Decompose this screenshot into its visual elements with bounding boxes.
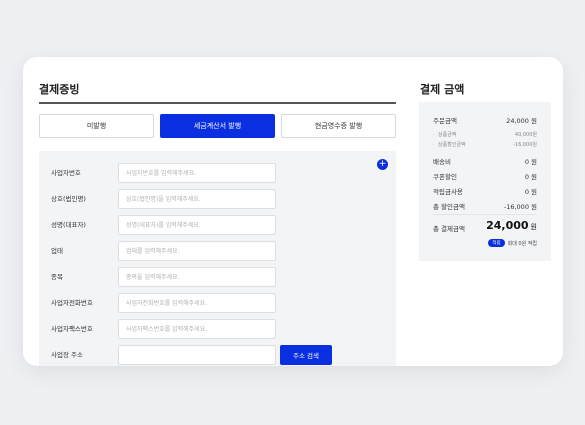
company-name-input[interactable] — [118, 189, 276, 209]
total-discount-value: -16,000 원 — [503, 203, 537, 211]
total-payment-amount: 24,000 — [486, 219, 529, 232]
shipping-label: 배송비 — [433, 158, 451, 166]
form-row-business-address: 사업장 주소 주소 검색 — [39, 345, 396, 365]
tab-no-issue[interactable]: 미발행 — [39, 114, 154, 138]
order-amount-value: 24,000 원 — [506, 117, 537, 125]
order-amount-label: 주문금액 — [433, 117, 457, 125]
product-amount-row: · 상품금액 40,000원 — [433, 131, 537, 138]
summary-divider — [433, 214, 537, 215]
receipt-type-tabs: 미발행 세금계산서 발행 현금영수증 발행 — [39, 114, 396, 138]
tax-invoice-form: + 사업자번호 상호(법인명) 성명(대표자) 업태 종목 사업자전화번호 사업… — [39, 151, 396, 366]
representative-input[interactable] — [118, 215, 276, 235]
business-phone-label: 사업자전화번호 — [51, 299, 93, 307]
payment-summary: 주문금액 24,000 원 · 상품금액 40,000원 · 상품할인금액 -16,… — [419, 102, 551, 261]
reward-badge: 적립 — [488, 239, 505, 247]
business-address-input[interactable] — [118, 345, 276, 365]
business-address-label: 사업장 주소 — [51, 351, 83, 359]
points-row: 적립금사용 0 원 — [433, 186, 537, 196]
form-row-company-name: 상호(법인명) — [39, 189, 396, 209]
points-value: 0 원 — [524, 188, 537, 196]
business-type-label: 업태 — [51, 247, 63, 255]
product-discount-value: -16,000원 — [513, 142, 537, 148]
coupon-row: 쿠폰할인 0 원 — [433, 171, 537, 181]
form-row-representative: 성명(대표자) — [39, 215, 396, 235]
reward-info: 적립 회대 0원 적립 — [488, 239, 537, 247]
form-row-business-fax: 사업자팩스번호 — [39, 319, 396, 339]
representative-label: 성명(대표자) — [51, 221, 86, 229]
form-row-business-phone: 사업자전화번호 — [39, 293, 396, 313]
checkout-card: 결제증빙 미발행 세금계산서 발행 현금영수증 발행 + 사업자번호 상호(법인… — [23, 57, 563, 366]
tab-tax-invoice[interactable]: 세금계산서 발행 — [160, 114, 275, 138]
points-label: 적립금사용 — [433, 188, 463, 196]
reward-text: 회대 0원 적립 — [507, 240, 537, 247]
product-discount-label: 상품할인금액 — [438, 142, 466, 148]
coupon-value: 0 원 — [524, 173, 537, 181]
business-number-label: 사업자번호 — [51, 169, 81, 177]
product-discount-row: · 상품할인금액 -16,000원 — [433, 141, 537, 148]
business-item-input[interactable] — [118, 267, 276, 287]
total-payment-unit: 원 — [530, 223, 537, 231]
shipping-value: 0 원 — [524, 158, 537, 166]
payment-proof-title: 결제증빙 — [39, 83, 80, 96]
form-row-business-number: 사업자번호 — [39, 163, 396, 183]
total-discount-row: 총 할인금액 -16,000 원 — [433, 201, 537, 211]
form-row-business-item: 종목 — [39, 267, 396, 287]
business-number-input[interactable] — [118, 163, 276, 183]
coupon-label: 쿠폰할인 — [433, 173, 457, 181]
business-type-input[interactable] — [118, 241, 276, 261]
order-amount-row: 주문금액 24,000 원 — [433, 115, 537, 125]
tab-cash-receipt[interactable]: 현금영수증 발행 — [281, 114, 396, 138]
business-fax-input[interactable] — [118, 319, 276, 339]
title-divider — [39, 102, 396, 104]
product-amount-value: 40,000원 — [514, 132, 537, 138]
total-payment-value: 24,000 원 — [486, 219, 537, 232]
product-amount-label: 상품금액 — [438, 132, 457, 138]
form-row-business-type: 업태 — [39, 241, 396, 261]
shipping-row: 배송비 0 원 — [433, 156, 537, 166]
business-phone-input[interactable] — [118, 293, 276, 313]
business-item-label: 종목 — [51, 273, 63, 281]
address-search-button[interactable]: 주소 검색 — [280, 345, 332, 365]
company-name-label: 상호(법인명) — [51, 195, 86, 203]
total-payment-label: 총 결제금액 — [433, 225, 465, 233]
payment-amount-title: 결제 금액 — [420, 83, 465, 96]
business-fax-label: 사업자팩스번호 — [51, 325, 93, 333]
total-discount-label: 총 할인금액 — [433, 203, 465, 211]
